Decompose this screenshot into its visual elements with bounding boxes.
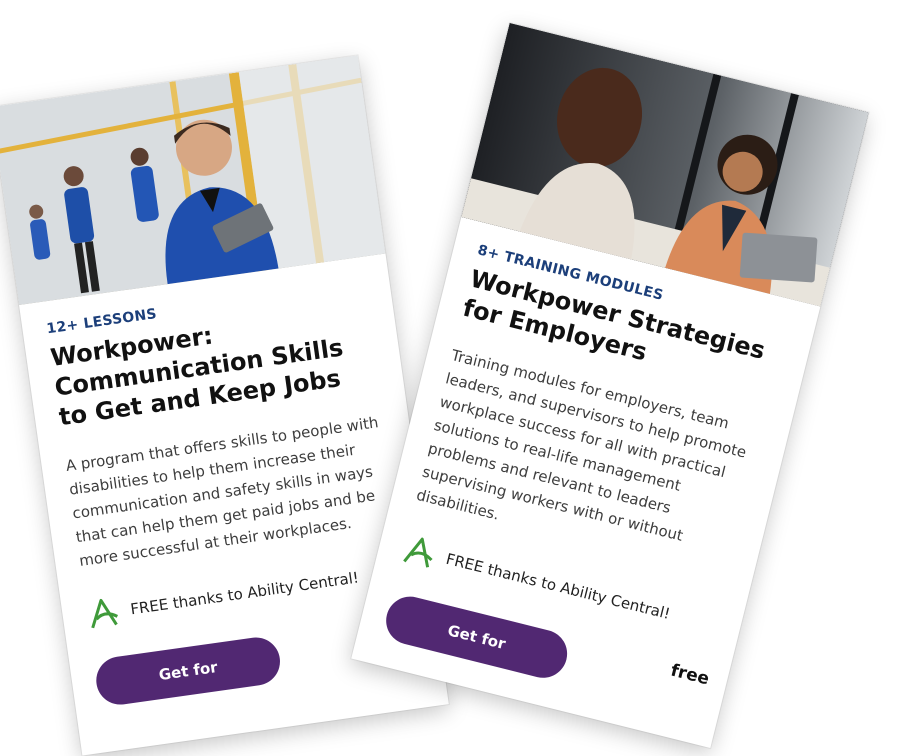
sponsor-text: FREE thanks to Ability Central! [129,568,360,619]
ability-central-logo-icon [399,531,440,572]
get-course-button[interactable]: Get for [93,634,284,708]
course-description: A program that offers skills to people w… [64,413,380,571]
get-course-button[interactable]: Get for [381,591,573,683]
ability-central-logo-icon [85,594,123,632]
course-card-employers[interactable]: 8+ TRAINING MODULES Workpower Strategies… [351,22,869,749]
